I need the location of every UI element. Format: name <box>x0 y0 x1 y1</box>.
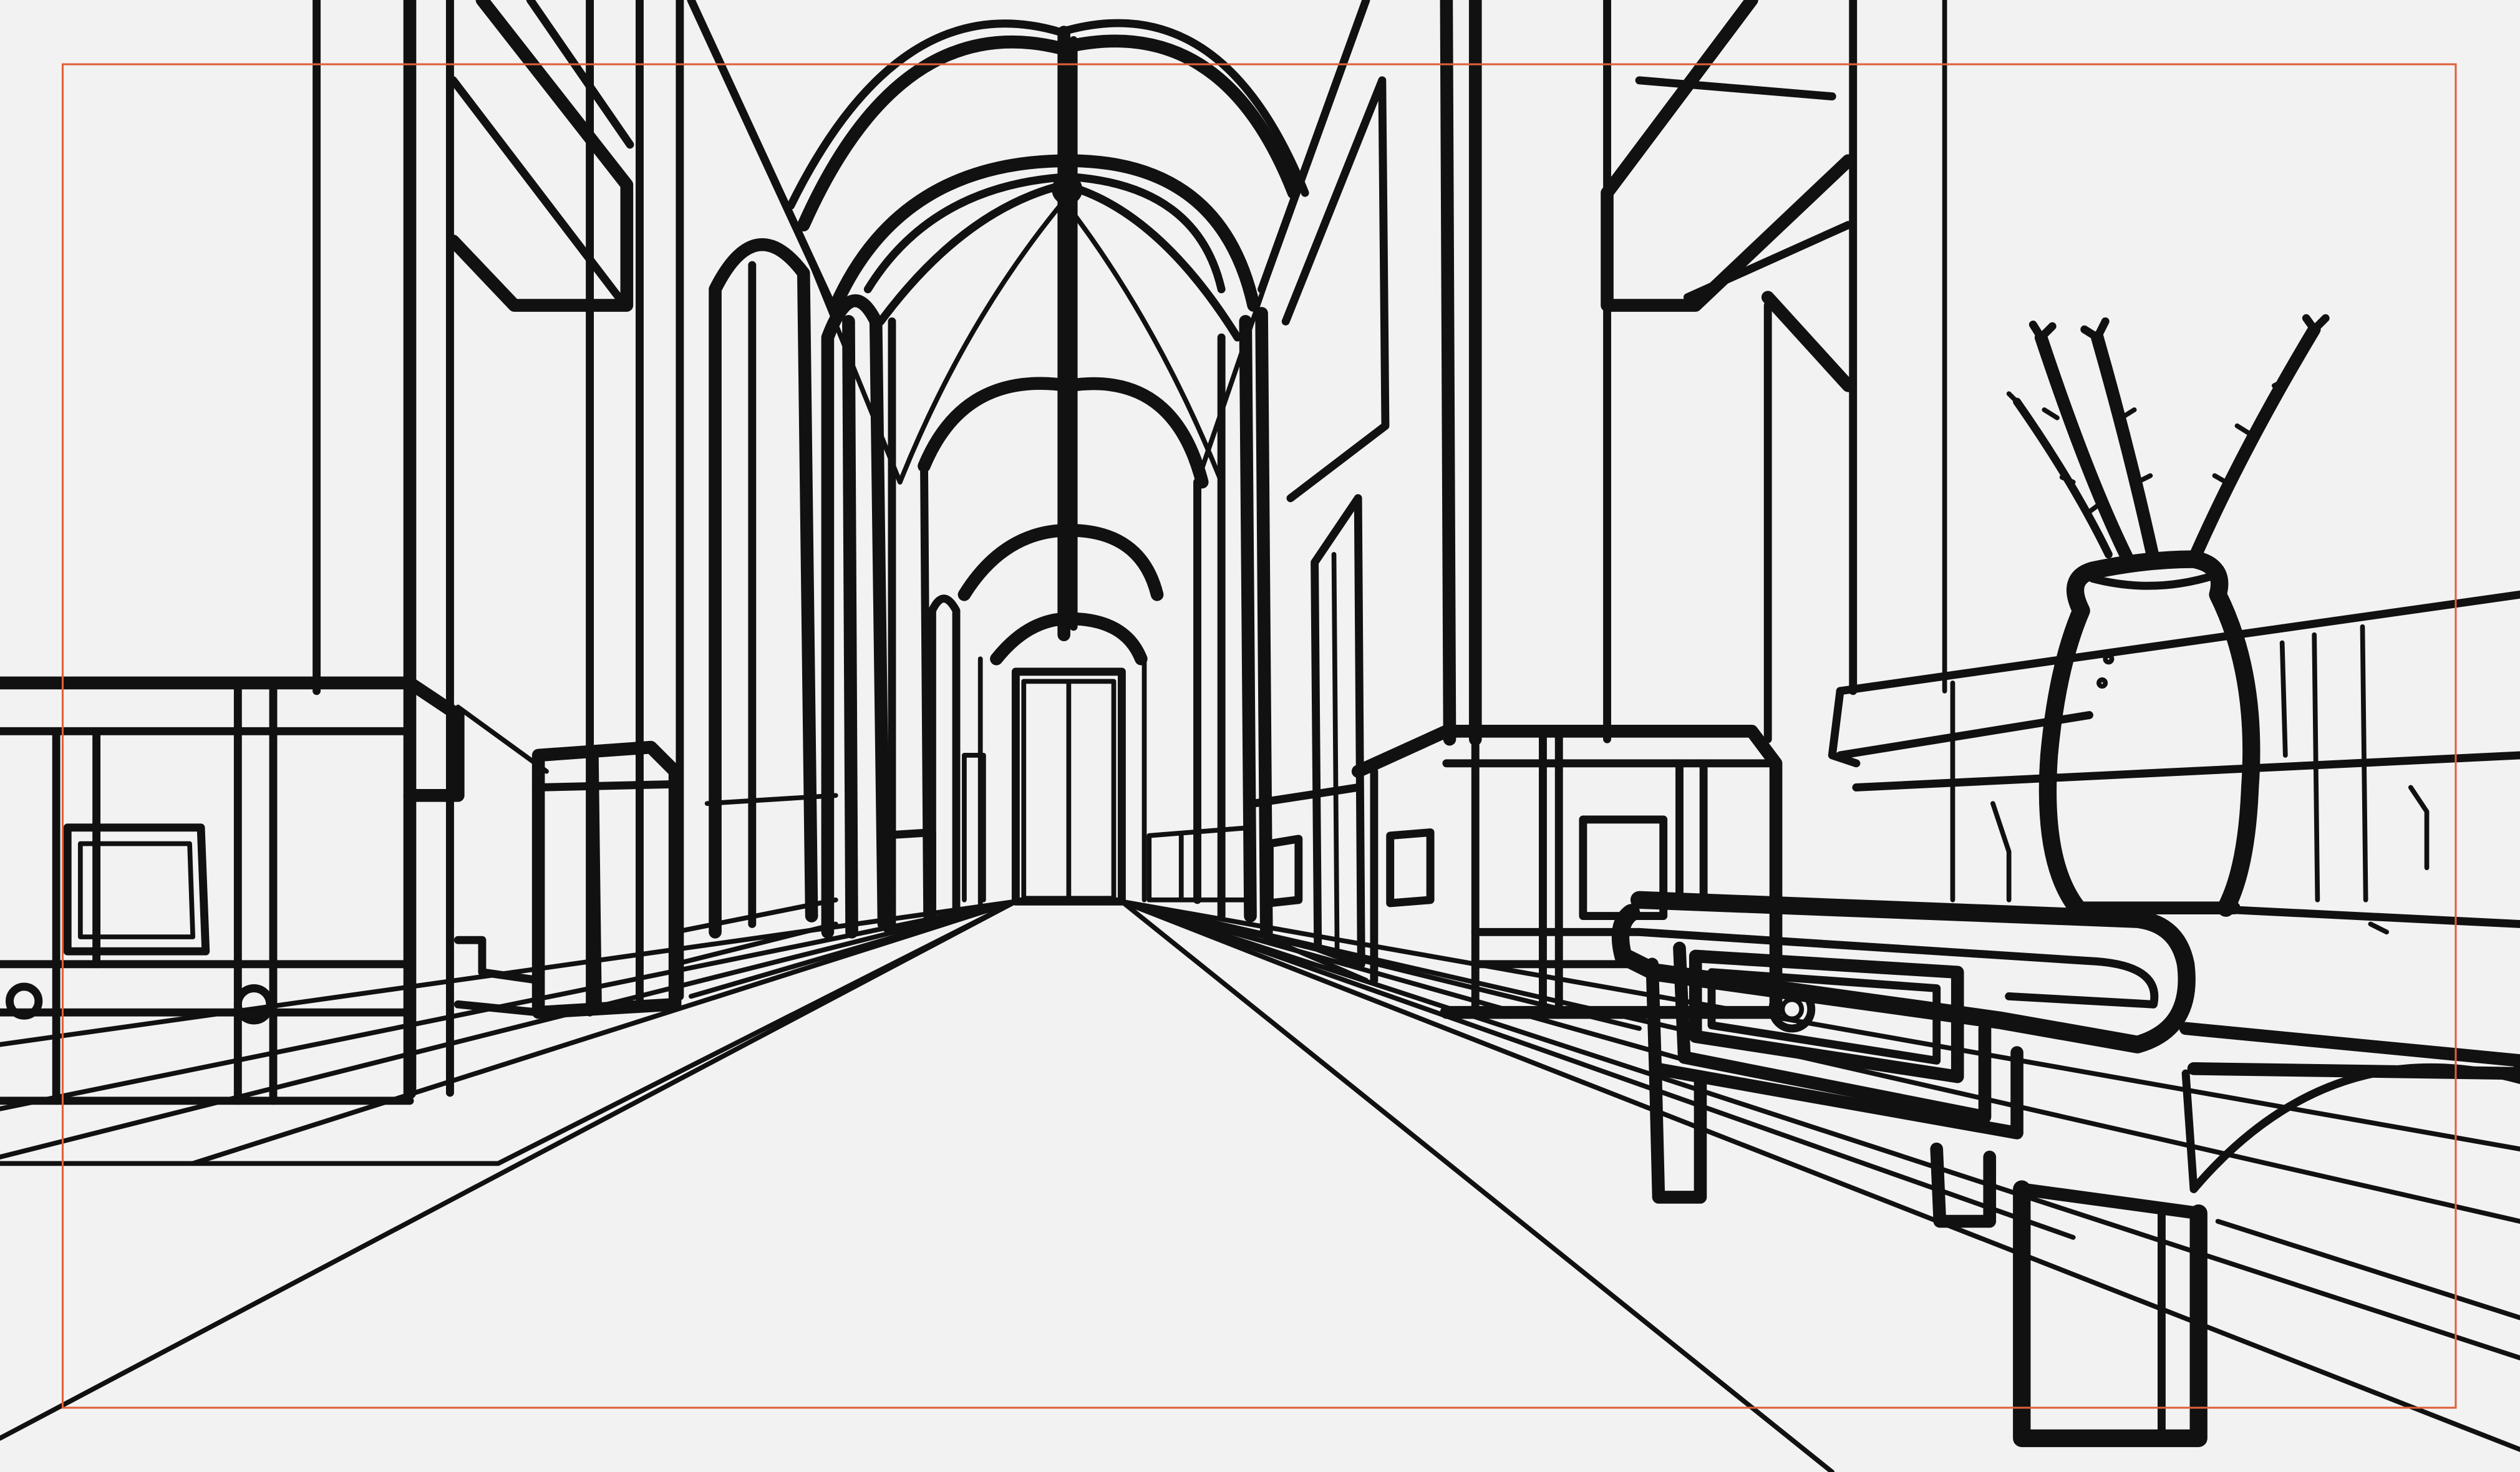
right-pillars <box>1146 0 2520 1019</box>
hallway-sketch <box>0 0 2520 1472</box>
drawing-canvas[interactable] <box>0 0 2520 1472</box>
floor-perspective-lines <box>0 899 2520 1472</box>
bench <box>1611 891 2520 1448</box>
branches <box>2006 314 2330 569</box>
far-door <box>977 656 1147 911</box>
vase <box>2038 550 2261 922</box>
